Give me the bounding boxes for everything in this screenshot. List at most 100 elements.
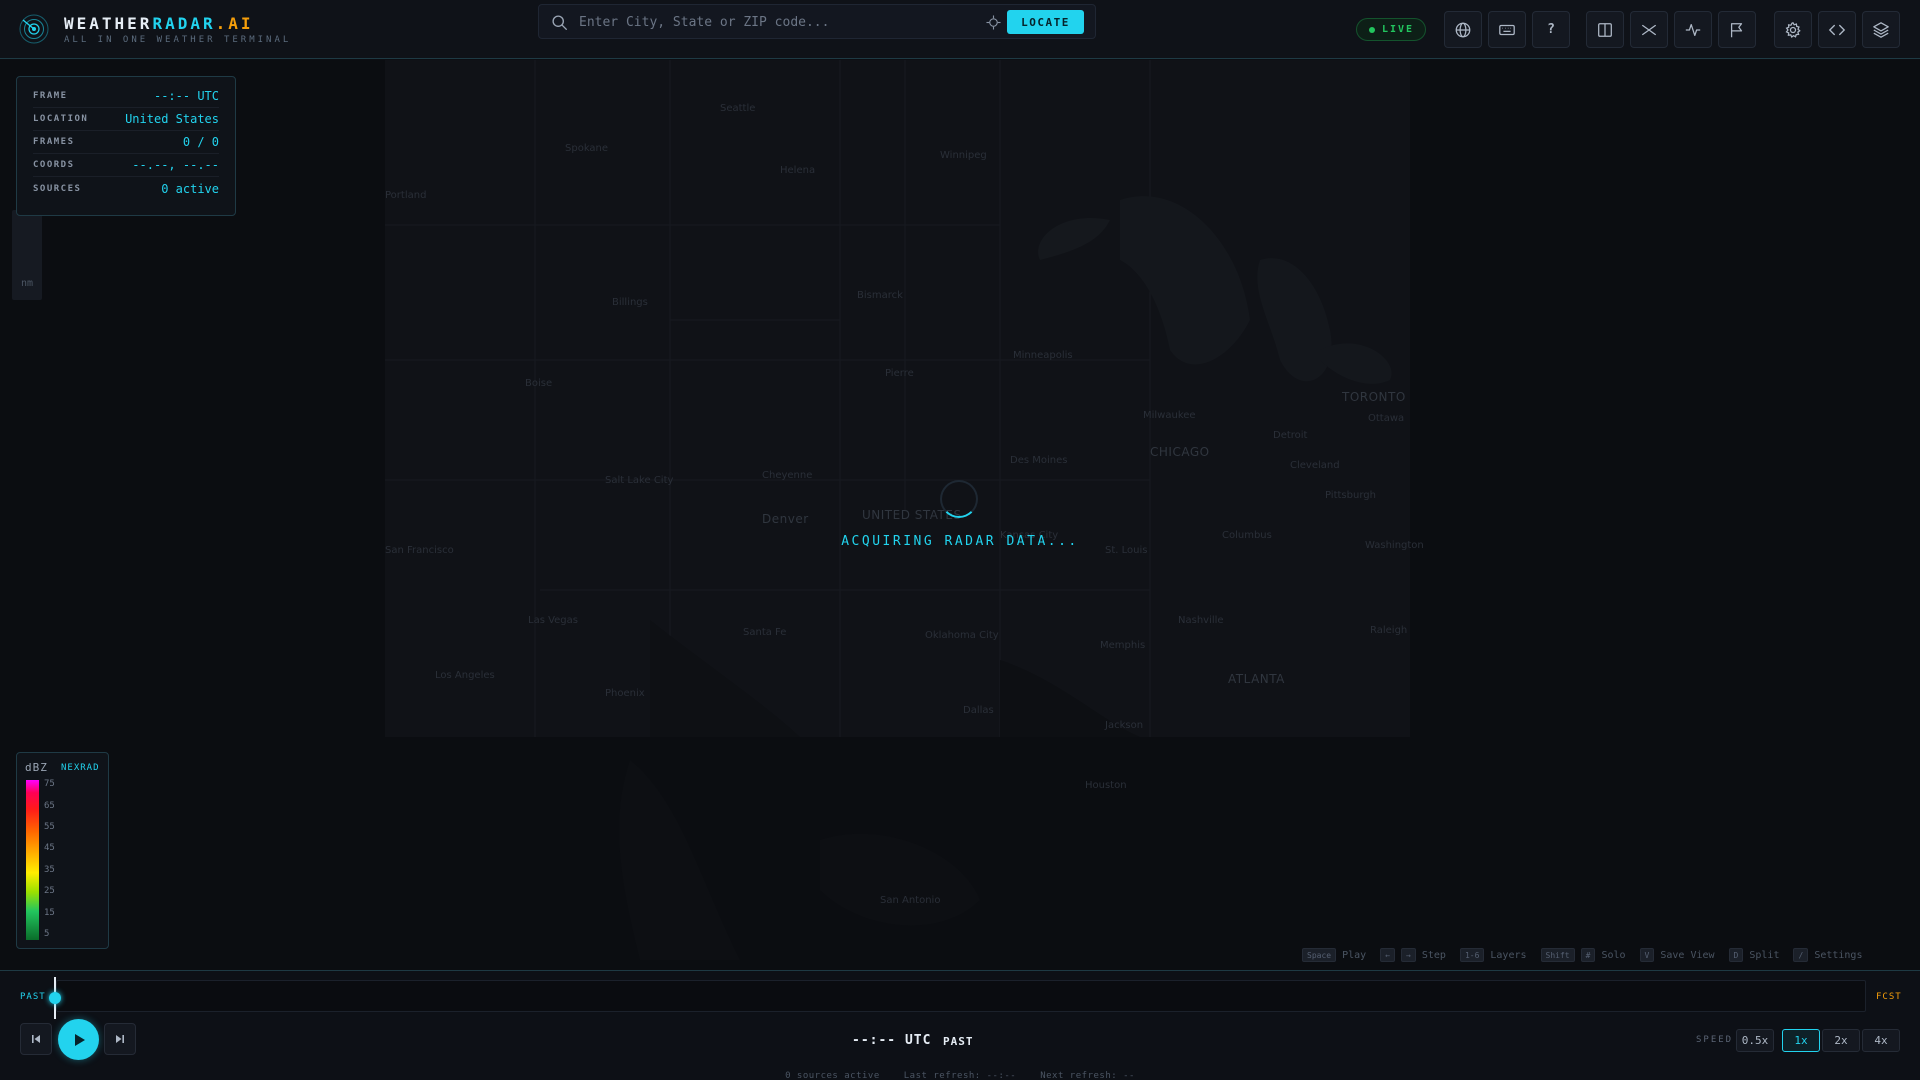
map-city-label: Jackson: [1105, 720, 1144, 731]
map-city-label: San Francisco: [385, 545, 454, 556]
keyboard-shortcuts: Space Play ← → Step 1-6 Layers Shift # S…: [1302, 947, 1870, 963]
radar-logo-icon: [19, 14, 49, 44]
flag-icon: [1730, 22, 1743, 37]
legend-source: NEXRAD: [61, 763, 100, 773]
speed-button[interactable]: 1x: [1782, 1029, 1820, 1052]
playhead-handle[interactable]: [49, 992, 61, 1004]
radar-map[interactable]: Seattle Spokane Portland Helena Billings…: [0, 60, 1920, 970]
shortcut-key: Space: [1302, 948, 1337, 962]
locate-button[interactable]: LOCATE: [1007, 10, 1084, 34]
map-city-label: Denver: [762, 512, 809, 526]
time-phase: PAST: [943, 1035, 974, 1048]
map-city-label: Pittsburgh: [1325, 490, 1376, 501]
map-city-label: San Antonio: [880, 895, 941, 906]
legend-tick: 35: [44, 865, 55, 875]
shortcut-key: →: [1401, 948, 1416, 962]
brand-title: WEATHERRADAR.AI: [64, 14, 291, 33]
split-view-button[interactable]: [1586, 11, 1624, 48]
shortcut-key: #: [1580, 948, 1596, 962]
code-icon: [1828, 24, 1846, 35]
forecast-label: FCST: [1876, 992, 1902, 1002]
activity-icon: [1685, 23, 1701, 36]
loading-spinner: [940, 480, 978, 518]
info-label: COORDS: [33, 160, 75, 170]
info-label: SOURCES: [33, 183, 82, 194]
compare-button[interactable]: [1630, 11, 1668, 48]
status-next-refresh: Next refresh: --: [1040, 1071, 1135, 1080]
legend-tick: 15: [44, 908, 55, 918]
map-city-label: Phoenix: [605, 688, 645, 699]
info-row-frame: FRAME --:-- UTC: [33, 85, 219, 108]
shortcut-label: Save View: [1660, 949, 1715, 961]
live-badge: LIVE: [1356, 18, 1426, 41]
timeline-panel: PAST FCST --:-- UTC PAST SPEED 0.5x 1x 2…: [0, 970, 1920, 1080]
settings-button[interactable]: [1774, 11, 1812, 48]
shortcut-label: Layers: [1490, 949, 1527, 961]
step-back-button[interactable]: [20, 1023, 52, 1055]
side-tab[interactable]: nm: [12, 210, 42, 300]
shortcut-label: Settings: [1814, 949, 1863, 961]
info-label: FRAMES: [33, 137, 75, 147]
map-city-label: Memphis: [1100, 640, 1146, 651]
shortcut-label: Solo: [1601, 949, 1626, 961]
map-city-label: Minneapolis: [1013, 350, 1073, 361]
map-city-label: Washington: [1365, 540, 1424, 551]
skip-forward-icon: [116, 1035, 124, 1043]
skip-back-icon: [32, 1035, 40, 1043]
speed-label: SPEED: [1696, 1035, 1734, 1045]
info-row-coords: COORDS --.--, --.--: [33, 154, 219, 177]
help-icon: ?: [1547, 22, 1555, 37]
info-value: --:-- UTC: [153, 89, 219, 103]
info-value: 0 active: [161, 181, 219, 196]
map-city-label: Detroit: [1273, 430, 1308, 441]
shortcut-key: 1-6: [1459, 948, 1485, 962]
app-root: WEATHERRADAR.AI ALL IN ONE WEATHER TERMI…: [0, 0, 1920, 1080]
brand-part-ai: .AI: [215, 14, 254, 33]
map-city-label: Bismarck: [857, 290, 903, 301]
map-city-label: Billings: [612, 297, 648, 308]
map-city-label: Helena: [780, 165, 816, 176]
shortcut-key: ←: [1380, 948, 1396, 962]
map-city-label: Spokane: [565, 143, 609, 154]
map-city-label: Ottawa: [1368, 413, 1405, 424]
shortcut-label: Step: [1421, 949, 1446, 961]
keyboard-button[interactable]: [1488, 11, 1526, 48]
globe-button[interactable]: [1444, 11, 1482, 48]
map-city-label: Dallas: [963, 705, 994, 716]
live-dot-icon: [1369, 27, 1375, 33]
map-city-label: Portland: [385, 190, 427, 201]
map-city-label: Raleigh: [1370, 625, 1408, 636]
step-forward-button[interactable]: [104, 1023, 136, 1055]
current-time: --:-- UTC: [852, 1033, 932, 1048]
map-city-label: Cleveland: [1290, 460, 1340, 471]
flag-button[interactable]: [1718, 11, 1756, 48]
search-input[interactable]: [579, 11, 979, 33]
brand-part-radar: RADAR: [152, 14, 216, 33]
brand: WEATHERRADAR.AI ALL IN ONE WEATHER TERMI…: [64, 14, 291, 45]
speed-button[interactable]: 4x: [1862, 1029, 1900, 1052]
split-view-icon: [1598, 22, 1612, 37]
map-city-label: Los Angeles: [435, 670, 495, 681]
shortcut-key: /: [1793, 948, 1809, 962]
help-button[interactable]: ?: [1532, 11, 1570, 48]
embed-code-button[interactable]: [1818, 11, 1856, 48]
map-city-label: Nashville: [1178, 615, 1224, 626]
crosshair-icon[interactable]: [986, 15, 1001, 30]
top-header: WEATHERRADAR.AI ALL IN ONE WEATHER TERMI…: [0, 0, 1920, 59]
map-city-label: Pierre: [885, 368, 914, 379]
speed-button[interactable]: 2x: [1822, 1029, 1860, 1052]
map-city-label: Columbus: [1222, 530, 1272, 541]
keyboard-icon: [1499, 24, 1515, 35]
search-bar: LOCATE: [538, 4, 1096, 39]
timeline-track[interactable]: [56, 980, 1866, 1012]
speed-button[interactable]: 0.5x: [1736, 1029, 1774, 1052]
map-city-label: TORONTO: [1342, 390, 1406, 404]
map-city-label: Salt Lake City: [605, 475, 674, 486]
layers-button[interactable]: [1862, 11, 1900, 48]
search-icon: [552, 15, 567, 30]
map-city-label: Boise: [525, 378, 553, 389]
layers-icon: [1873, 21, 1889, 38]
legend-tick: 65: [44, 801, 55, 811]
play-button[interactable]: [58, 1019, 99, 1060]
activity-button[interactable]: [1674, 11, 1712, 48]
